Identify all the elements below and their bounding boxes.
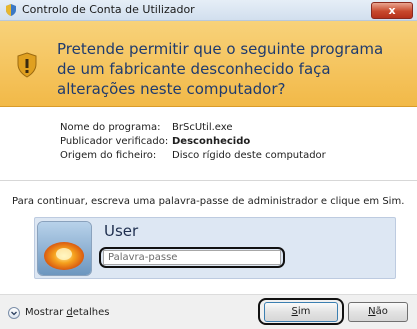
warning-banner: Pretende permitir que o seguinte program… [0,21,417,107]
detail-label: Origem do ficheiro: [60,150,157,161]
yes-button-highlight [258,298,344,325]
no-button[interactable]: Não [348,302,408,322]
password-highlight [99,247,285,268]
no-accel: N [368,306,376,317]
uac-shield-icon [6,4,16,16]
no-rest: ão [375,306,388,317]
detail-value: Desconhecido [172,136,251,147]
program-details: Nome do programa: BrScUtil.exe Publicado… [60,121,380,163]
divider [0,180,417,181]
show-details-label: Mostrar detalhes [25,307,109,318]
close-icon: x [388,4,396,17]
close-button[interactable]: x [371,2,413,19]
detail-row-publisher: Publicador verificado: Desconhecido [60,135,380,149]
username: User [104,222,139,240]
banner-question: Pretende permitir que o seguinte program… [57,40,384,98]
detail-row-origin: Origem do ficheiro: Disco rígido deste c… [60,149,380,163]
show-details-prefix: Mostrar [25,307,67,318]
show-details-rest: etalhes [72,307,110,318]
avatar-flower-icon [38,222,91,275]
detail-row-program-name: Nome do programa: BrScUtil.exe [60,121,380,135]
user-avatar [37,221,92,276]
detail-value: BrScUtil.exe [172,122,233,133]
title-bar: Controlo de Conta de Utilizador x [0,0,417,21]
uac-shield-warning-icon [17,52,37,78]
window-title: Controlo de Conta de Utilizador [22,3,195,16]
detail-value: Disco rígido deste computador [172,150,326,161]
detail-label: Nome do programa: [60,122,161,133]
detail-label: Publicador verificado: [60,136,169,147]
chevron-down-icon[interactable] [8,307,20,319]
instruction-text: Para continuar, escreva uma palavra-pass… [12,196,405,207]
